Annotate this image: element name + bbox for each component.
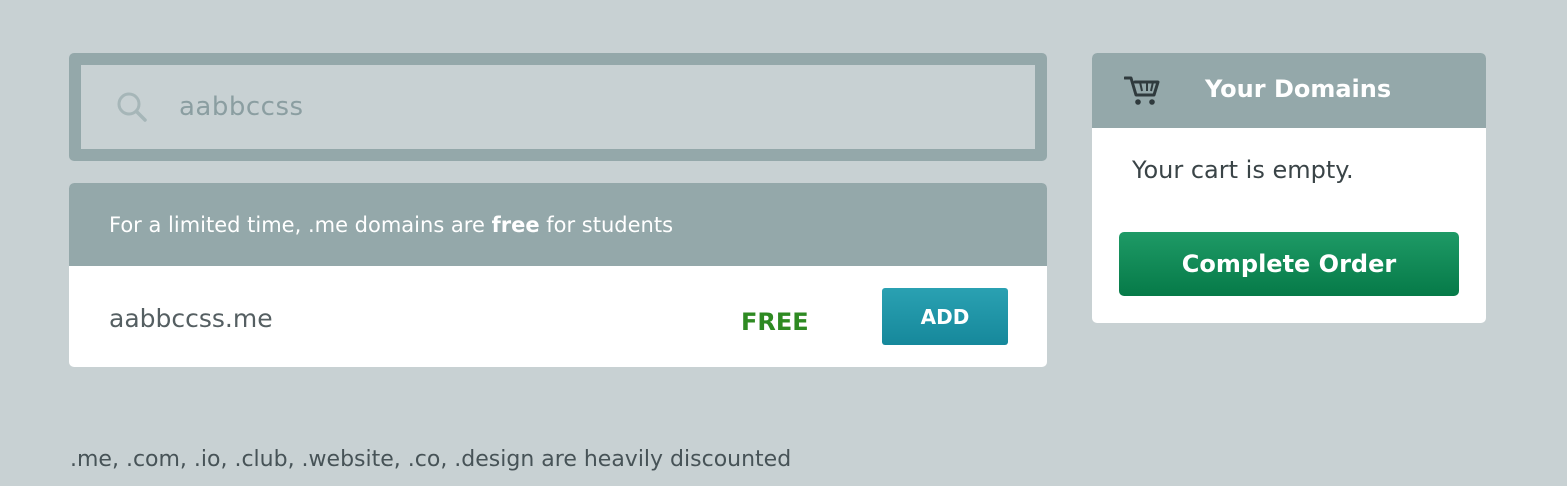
- domain-price: FREE: [741, 308, 809, 336]
- complete-order-button[interactable]: Complete Order: [1119, 232, 1459, 296]
- cart-icon: [1123, 73, 1160, 107]
- promo-text-prefix: For a limited time, .me domains are: [109, 212, 492, 237]
- add-button[interactable]: ADD: [882, 288, 1008, 345]
- cart-title: Your Domains: [1205, 75, 1392, 103]
- promo-banner: For a limited time, .me domains are free…: [69, 183, 1047, 266]
- cart-empty-message: Your cart is empty.: [1132, 156, 1354, 184]
- search-input[interactable]: aabbccss: [179, 92, 304, 122]
- result-row: aabbccss.me FREE ADD: [69, 266, 1047, 367]
- discount-footnote: .me, .com, .io, .club, .website, .co, .d…: [70, 447, 792, 472]
- results-panel: For a limited time, .me domains are free…: [69, 183, 1047, 367]
- search-field[interactable]: aabbccss: [81, 65, 1035, 149]
- promo-text-bold: free: [491, 212, 540, 237]
- cart-header: Your Domains: [1092, 53, 1486, 128]
- search-icon: [115, 90, 149, 124]
- promo-text-suffix: for students: [539, 212, 674, 237]
- domain-name: aabbccss.me: [109, 304, 273, 333]
- search-box: aabbccss: [69, 53, 1047, 161]
- cart-panel: Your Domains Your cart is empty. Complet…: [1092, 53, 1486, 323]
